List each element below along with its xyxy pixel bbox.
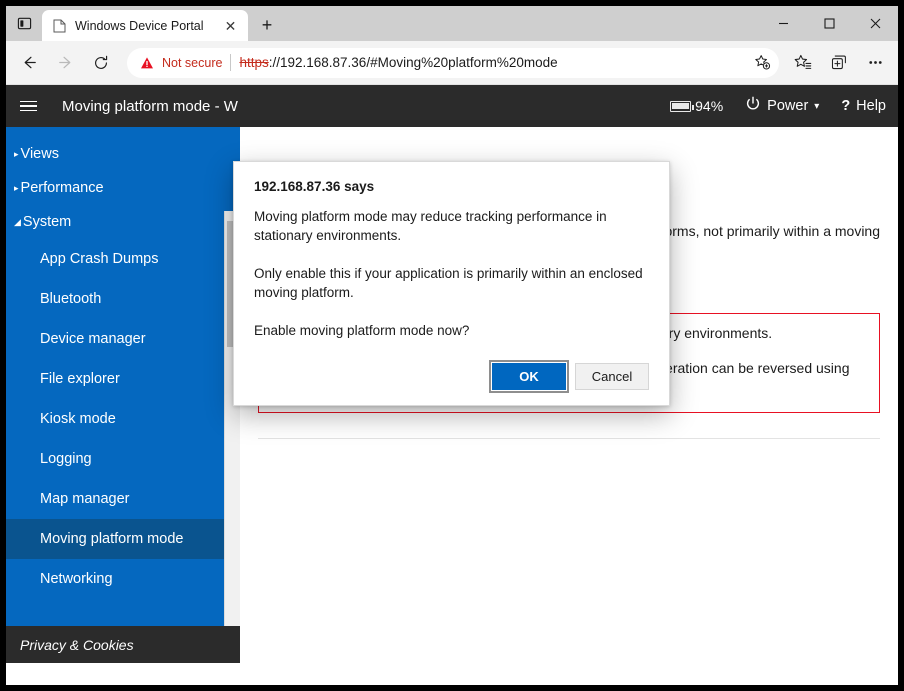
power-icon — [745, 96, 761, 116]
sidebar-item-moving-platform-mode[interactable]: Moving platform mode — [6, 519, 240, 559]
battery-status: 94% — [670, 98, 723, 114]
battery-icon — [670, 100, 694, 112]
back-arrow-icon[interactable] — [12, 46, 46, 80]
browser-toolbar: Not secure https://192.168.87.36/#Moving… — [6, 41, 898, 85]
window-controls — [760, 6, 898, 41]
minimize-button[interactable] — [760, 6, 806, 41]
dialog-actions: OK Cancel — [254, 360, 649, 393]
dialog-title: 192.168.87.36 says — [254, 179, 375, 194]
sidebar-group-performance[interactable]: ▸ Performance — [6, 171, 240, 205]
chevron-down-icon: ◢ — [14, 216, 21, 227]
toolbar-right-actions — [786, 46, 892, 80]
favorites-list-icon[interactable] — [786, 46, 820, 80]
sidebar-item-file-explorer[interactable]: File explorer — [6, 359, 240, 399]
page-title: Moving platform mode - W — [62, 97, 238, 115]
privacy-cookies-bar: Privacy & Cookies — [6, 626, 240, 663]
power-menu-button[interactable]: Power ▾ — [745, 96, 819, 116]
dialog-message: Moving platform mode may reduce tracking… — [254, 209, 643, 338]
close-tab-icon[interactable]: ✕ — [221, 16, 240, 35]
sidebar-item-map-manager[interactable]: Map manager — [6, 479, 240, 519]
sidebar-nav: ▸ Views ▸ Performance ◢ System App Crash… — [6, 127, 240, 599]
sidebar-group-label: System — [22, 214, 72, 230]
sidebar-item-kiosk-mode[interactable]: Kiosk mode — [6, 399, 240, 439]
device-portal-app: Moving platform mode - W 94% Power ▾ ? H… — [6, 85, 898, 685]
sidebar-item-device-manager[interactable]: Device manager — [6, 319, 240, 359]
maximize-button[interactable] — [806, 6, 852, 41]
sidebar-item-logging[interactable]: Logging — [6, 439, 240, 479]
more-options-icon[interactable] — [858, 46, 892, 80]
chevron-right-icon: ▸ — [14, 182, 19, 193]
not-secure-warning-icon — [140, 56, 154, 70]
chevron-right-icon: ▸ — [14, 148, 19, 159]
not-secure-label[interactable]: Not secure — [162, 56, 222, 70]
new-tab-button[interactable]: + — [252, 10, 282, 40]
question-mark-icon: ? — [841, 98, 851, 114]
chevron-down-icon: ▾ — [814, 100, 820, 112]
power-label: Power — [767, 98, 809, 114]
browser-titlebar: Windows Device Portal ✕ + — [6, 6, 898, 41]
sidebar-item-app-crash-dumps[interactable]: App Crash Dumps — [6, 239, 240, 279]
help-button[interactable]: ? Help — [841, 98, 886, 114]
content-divider — [258, 438, 880, 439]
sidebar-group-label: Performance — [20, 180, 104, 196]
sidebar: ▸ Views ▸ Performance ◢ System App Crash… — [6, 127, 240, 663]
browser-tab[interactable]: Windows Device Portal ✕ — [42, 10, 248, 41]
add-favorite-star-icon[interactable] — [749, 50, 775, 76]
tab-title: Windows Device Portal — [75, 18, 204, 33]
help-label: Help — [856, 98, 886, 114]
tab-actions-icon[interactable] — [6, 6, 42, 41]
collections-icon[interactable] — [822, 46, 856, 80]
url-scheme: https — [239, 55, 269, 70]
battery-percent: 94% — [695, 98, 724, 114]
forward-arrow-icon — [48, 46, 82, 80]
url-rest: ://192.168.87.36/#Moving%20platform%20mo… — [268, 55, 558, 70]
browser-window: Windows Device Portal ✕ + Not secure htt… — [6, 6, 898, 685]
app-header: Moving platform mode - W 94% Power ▾ ? H… — [6, 85, 898, 127]
address-bar[interactable]: Not secure https://192.168.87.36/#Moving… — [127, 47, 779, 78]
omnibox-divider — [230, 54, 232, 71]
ok-button[interactable]: OK — [489, 360, 569, 393]
app-header-actions: 94% Power ▾ ? Help — [670, 96, 886, 116]
sidebar-item-bluetooth[interactable]: Bluetooth — [6, 279, 240, 319]
sidebar-group-label: Views — [20, 146, 59, 162]
sidebar-group-views[interactable]: ▸ Views — [6, 137, 240, 171]
sidebar-item-networking[interactable]: Networking — [6, 559, 240, 599]
url-text: https://192.168.87.36/#Moving%20platform… — [239, 55, 741, 70]
sidebar-group-system[interactable]: ◢ System — [6, 205, 240, 239]
refresh-icon[interactable] — [84, 46, 118, 80]
cancel-button[interactable]: Cancel — [575, 363, 649, 390]
page-icon — [52, 18, 67, 33]
close-window-button[interactable] — [852, 6, 898, 41]
javascript-confirm-dialog: 192.168.87.36 says Moving platform mode … — [233, 161, 670, 406]
hamburger-menu-icon[interactable] — [20, 100, 46, 112]
privacy-cookies-link[interactable]: Privacy & Cookies — [20, 637, 134, 653]
